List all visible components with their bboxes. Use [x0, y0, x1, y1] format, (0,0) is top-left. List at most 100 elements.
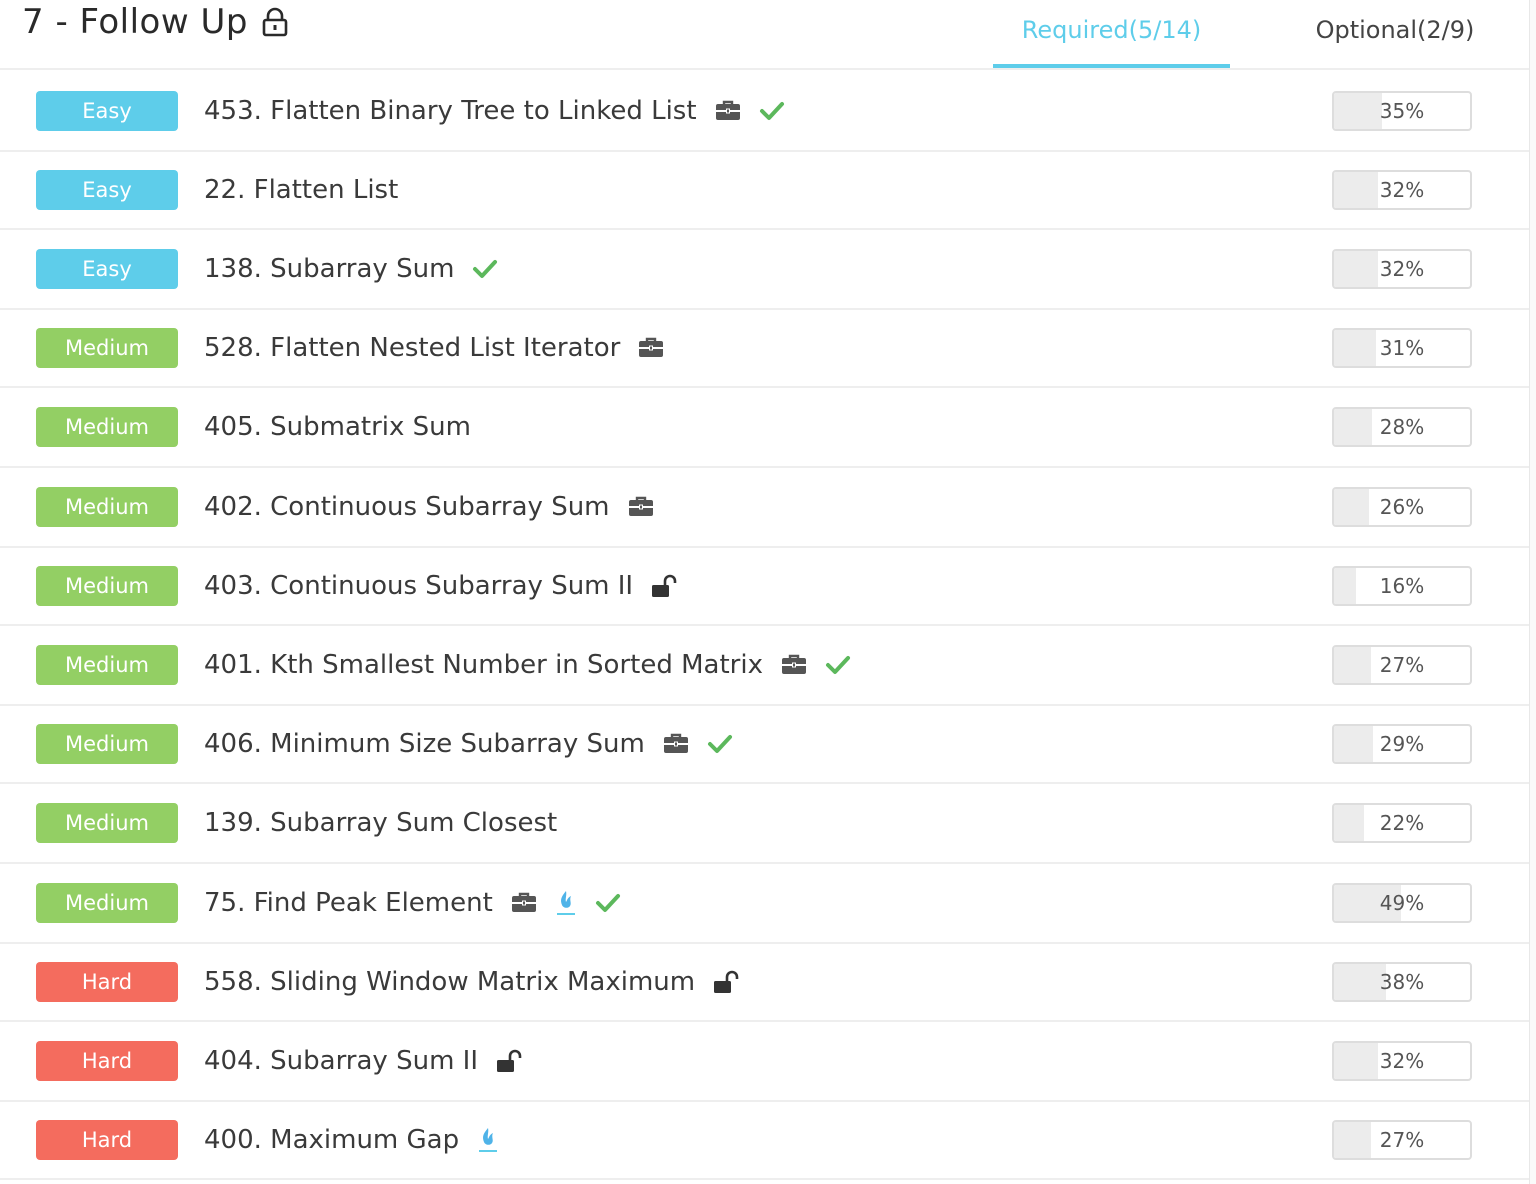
acceptance-rate-bar: 26% [1332, 487, 1472, 527]
problem-title-link[interactable]: 453. Flatten Binary Tree to Linked List [204, 96, 697, 126]
acceptance-rate-label: 28% [1379, 415, 1425, 439]
acceptance-rate-bar: 32% [1332, 170, 1472, 210]
difficulty-badge: Medium [36, 724, 178, 764]
problem-row[interactable]: Hard 558. Sliding Window Matrix Maximum 38… [0, 944, 1530, 1022]
problem-title-cell: 405. Submatrix Sum [204, 407, 471, 447]
check-icon [595, 892, 621, 914]
problem-title-cell: 22. Flatten List [204, 170, 398, 210]
problem-row[interactable]: Medium 401. Kth Smallest Number in Sorted… [0, 626, 1530, 706]
unlock-icon [496, 1049, 522, 1073]
problem-title-cell: 453. Flatten Binary Tree to Linked List [204, 91, 785, 131]
acceptance-rate-label: 49% [1379, 891, 1425, 915]
difficulty-badge: Medium [36, 566, 178, 606]
problem-title-link[interactable]: 404. Subarray Sum II [204, 1046, 478, 1076]
problem-title-cell: 400. Maximum Gap [204, 1120, 499, 1160]
difficulty-badge: Easy [36, 91, 178, 131]
problem-row[interactable]: Medium 403. Continuous Subarray Sum II 16% [0, 548, 1530, 626]
tab-required[interactable]: Required(5/14) [993, 10, 1230, 50]
acceptance-rate-bar: 38% [1332, 962, 1472, 1002]
difficulty-badge: Medium [36, 328, 178, 368]
problem-title-cell: 75. Find Peak Element [204, 883, 621, 923]
problem-row[interactable]: Easy 22. Flatten List 32% [0, 152, 1530, 230]
problem-title-link[interactable]: 138. Subarray Sum [204, 254, 454, 284]
problem-title-cell: 138. Subarray Sum [204, 249, 498, 289]
problem-row[interactable]: Medium 528. Flatten Nested List Iterator 3… [0, 310, 1530, 388]
acceptance-rate-label: 29% [1379, 732, 1425, 756]
problem-row[interactable]: Medium 139. Subarray Sum Closest 22% [0, 784, 1530, 864]
acceptance-rate-bar: 27% [1332, 645, 1472, 685]
problem-title-cell: 404. Subarray Sum II [204, 1041, 522, 1081]
acceptance-rate-label: 27% [1379, 1128, 1425, 1152]
problem-title-cell: 401. Kth Smallest Number in Sorted Matri… [204, 645, 851, 685]
problem-row[interactable]: Medium 75. Find Peak Element 49% [0, 864, 1530, 944]
acceptance-rate-label: 31% [1379, 336, 1425, 360]
section-header: 7 - Follow Up Required(5/14) Optional(2/… [0, 0, 1536, 70]
flame-icon[interactable] [477, 1126, 499, 1154]
check-icon [707, 733, 733, 755]
flame-icon[interactable] [555, 889, 577, 917]
briefcase-icon [638, 337, 664, 359]
page-title-text: 7 - Follow Up [22, 2, 248, 42]
problem-title-link[interactable]: 406. Minimum Size Subarray Sum [204, 729, 645, 759]
problem-row[interactable]: Medium 405. Submatrix Sum 28% [0, 388, 1530, 468]
difficulty-badge: Easy [36, 170, 178, 210]
problem-title-link[interactable]: 22. Flatten List [204, 175, 398, 205]
problem-title-cell: 406. Minimum Size Subarray Sum [204, 724, 733, 764]
difficulty-badge: Medium [36, 645, 178, 685]
acceptance-rate-label: 27% [1379, 653, 1425, 677]
check-icon [759, 100, 785, 122]
problem-title-link[interactable]: 75. Find Peak Element [204, 888, 493, 918]
difficulty-badge: Medium [36, 487, 178, 527]
problem-title-link[interactable]: 403. Continuous Subarray Sum II [204, 571, 633, 601]
problem-title-cell: 528. Flatten Nested List Iterator [204, 328, 664, 368]
unlock-icon [651, 574, 677, 598]
check-icon [472, 258, 498, 280]
acceptance-rate-label: 32% [1379, 178, 1425, 202]
active-tab-indicator [993, 64, 1230, 68]
briefcase-icon [715, 100, 741, 122]
difficulty-badge: Medium [36, 883, 178, 923]
problem-row[interactable]: Easy 138. Subarray Sum 32% [0, 230, 1530, 310]
difficulty-badge: Easy [36, 249, 178, 289]
acceptance-rate-bar: 16% [1332, 566, 1472, 606]
acceptance-rate-bar: 27% [1332, 1120, 1472, 1160]
scrollbar-track[interactable] [1529, 0, 1536, 1184]
problem-title-link[interactable]: 528. Flatten Nested List Iterator [204, 333, 620, 363]
acceptance-rate-bar: 32% [1332, 1041, 1472, 1081]
acceptance-rate-bar: 22% [1332, 803, 1472, 843]
acceptance-rate-label: 16% [1379, 574, 1425, 598]
acceptance-rate-label: 26% [1379, 495, 1425, 519]
difficulty-badge: Hard [36, 1120, 178, 1160]
acceptance-rate-label: 32% [1379, 257, 1425, 281]
unlock-icon [713, 970, 739, 994]
problem-title-cell: 403. Continuous Subarray Sum II [204, 566, 677, 606]
problem-title-link[interactable]: 139. Subarray Sum Closest [204, 808, 557, 838]
problem-row[interactable]: Medium 406. Minimum Size Subarray Sum 29% [0, 706, 1530, 784]
lock-icon [262, 7, 288, 37]
difficulty-badge: Medium [36, 803, 178, 843]
problem-title-link[interactable]: 558. Sliding Window Matrix Maximum [204, 967, 695, 997]
tab-optional[interactable]: Optional(2/9) [1300, 10, 1490, 50]
problem-title-link[interactable]: 400. Maximum Gap [204, 1125, 459, 1155]
briefcase-icon [511, 892, 537, 914]
problem-row[interactable]: Hard 404. Subarray Sum II 32% [0, 1022, 1530, 1102]
problem-row[interactable]: Hard 400. Maximum Gap 27% [0, 1102, 1530, 1180]
briefcase-icon [628, 496, 654, 518]
acceptance-rate-bar: 35% [1332, 91, 1472, 131]
difficulty-badge: Hard [36, 962, 178, 1002]
problem-row[interactable]: Easy 453. Flatten Binary Tree to Linked L… [0, 72, 1530, 152]
acceptance-rate-bar: 29% [1332, 724, 1472, 764]
problem-row[interactable]: Medium 402. Continuous Subarray Sum 26% [0, 468, 1530, 548]
difficulty-badge: Hard [36, 1041, 178, 1081]
problem-title-cell: 402. Continuous Subarray Sum [204, 487, 654, 527]
briefcase-icon [781, 654, 807, 676]
acceptance-rate-label: 35% [1379, 99, 1425, 123]
problem-title-link[interactable]: 401. Kth Smallest Number in Sorted Matri… [204, 650, 763, 680]
problem-title-link[interactable]: 402. Continuous Subarray Sum [204, 492, 610, 522]
acceptance-rate-bar: 31% [1332, 328, 1472, 368]
acceptance-rate-label: 22% [1379, 811, 1425, 835]
problem-title-cell: 558. Sliding Window Matrix Maximum [204, 962, 739, 1002]
problem-title-link[interactable]: 405. Submatrix Sum [204, 412, 471, 442]
acceptance-rate-label: 32% [1379, 1049, 1425, 1073]
page-title: 7 - Follow Up [22, 0, 288, 44]
